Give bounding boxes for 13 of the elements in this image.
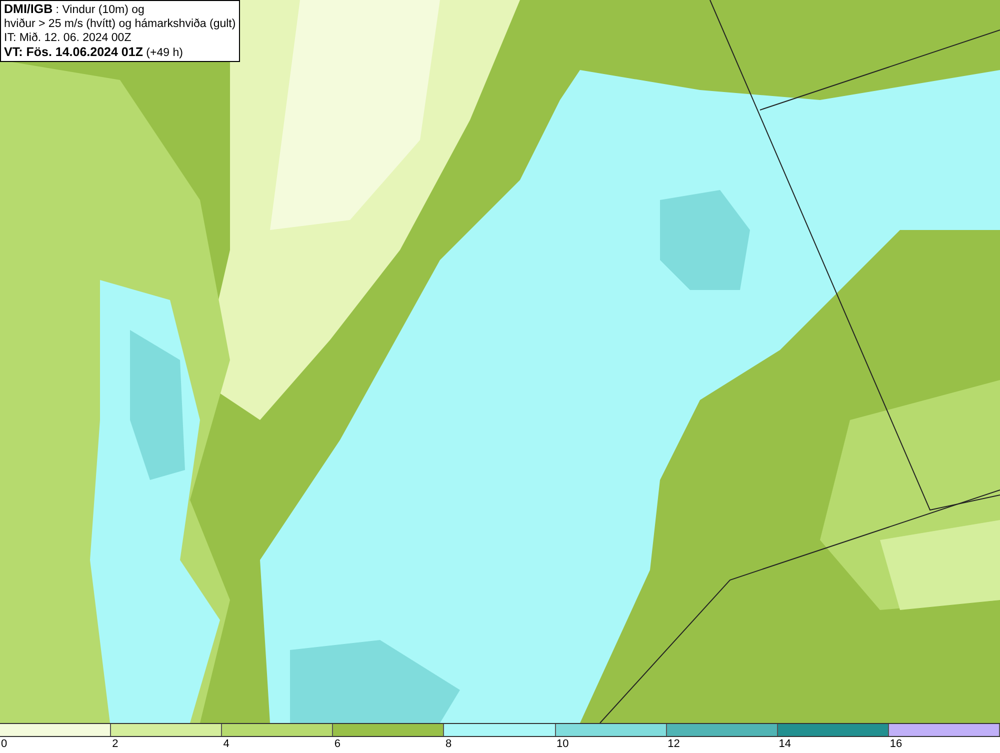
title-line: IT: Mið. 12. 06. 2024 00Z <box>4 31 132 45</box>
title-line: VT: Fös. 14.06.2024 01Z (+49 h) <box>4 45 184 60</box>
legend-label: 14 <box>778 738 792 750</box>
legend-label: 12 <box>668 738 680 750</box>
legend-label: 16 <box>890 738 902 750</box>
legend-label: 10 <box>556 738 569 750</box>
legend-label: 0 <box>1 738 8 750</box>
legend-label: 2 <box>112 738 118 750</box>
legend-label: 4 <box>223 738 230 750</box>
legend-label: 6 <box>334 738 340 750</box>
legend-label: 8 <box>445 738 452 750</box>
title-line: hviður > 25 m/s (hvítt) og hámarkshviða (gult) <box>4 17 236 31</box>
title-line: DMI/IGB : Vindur (10m) og <box>4 2 146 17</box>
